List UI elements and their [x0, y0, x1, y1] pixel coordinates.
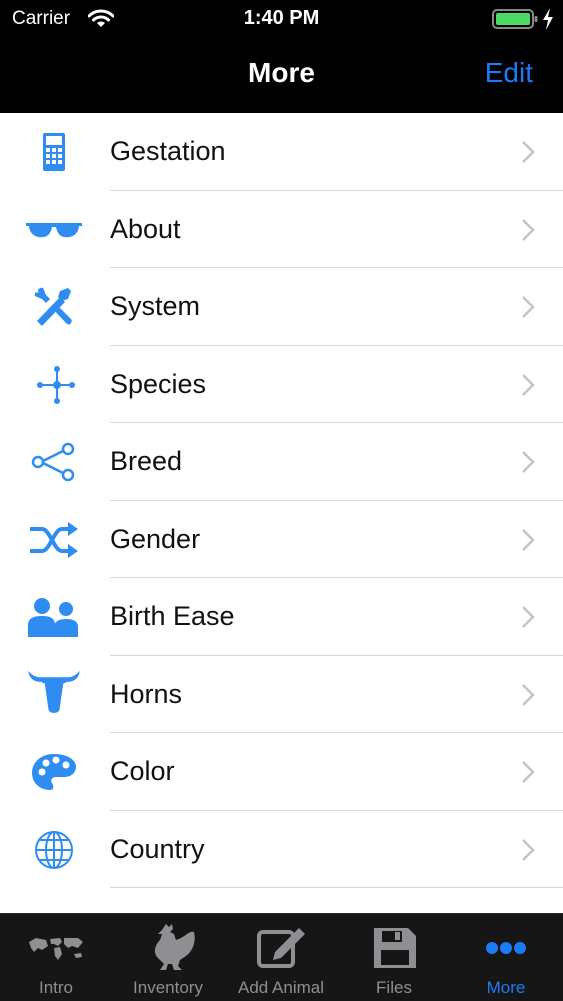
charging-bolt-icon — [543, 8, 553, 30]
list-item-label: Gender — [110, 523, 201, 554]
edit-button[interactable]: Edit — [485, 57, 533, 89]
chevron-right-icon — [522, 451, 535, 473]
list-item-label: Horns — [110, 678, 183, 709]
list-item-label: Birth Ease — [110, 601, 235, 631]
list-item-label: Color — [110, 756, 175, 786]
share-nodes-icon — [24, 442, 84, 482]
chevron-right-icon — [522, 761, 535, 783]
globe-icon — [24, 830, 84, 870]
list-item-color[interactable]: Color — [0, 733, 563, 811]
chevron-right-icon — [522, 296, 535, 318]
tab-add-animal[interactable]: Add Animal — [225, 914, 337, 1001]
chevron-right-icon — [522, 683, 535, 706]
more-list[interactable]: Gestation About System Species Breed Gen… — [0, 113, 563, 913]
shuffle-icon — [24, 520, 84, 560]
tab-intro[interactable]: Intro — [0, 914, 112, 1001]
palette-icon — [24, 752, 84, 792]
rooster-icon — [138, 922, 198, 972]
list-item-label: Species — [110, 368, 207, 399]
network-icon — [24, 365, 84, 405]
list-item-gender[interactable]: Gender — [0, 501, 563, 578]
world-map-icon — [26, 922, 86, 972]
tab-label: More — [486, 978, 526, 997]
tab-inventory[interactable]: Inventory — [112, 914, 224, 1001]
list-item-gestation[interactable]: Gestation — [0, 113, 563, 191]
list-item-birth-ease[interactable]: Birth Ease — [0, 578, 563, 656]
floppy-disk-icon — [364, 922, 424, 972]
chevron-right-icon — [522, 528, 535, 551]
chevron-right-icon — [522, 218, 535, 241]
list-item-label: About — [110, 213, 181, 244]
list-item-label: Country — [110, 833, 205, 864]
chevron-right-icon — [522, 838, 535, 861]
calculator-icon — [24, 132, 84, 172]
chevron-right-icon — [522, 141, 535, 163]
list-item-label: System — [110, 291, 201, 321]
users-icon — [24, 597, 84, 637]
page-title: More — [248, 57, 315, 88]
status-time: 1:40 PM — [243, 7, 320, 29]
list-item-breed[interactable]: Breed — [0, 423, 563, 501]
list-item-about[interactable]: About — [0, 191, 563, 268]
list-item-horns[interactable]: Horns — [0, 656, 563, 733]
sunglasses-icon — [24, 210, 84, 250]
tools-icon — [24, 287, 84, 327]
chevron-right-icon — [522, 373, 535, 396]
navigation-bar: More Edit — [0, 40, 563, 113]
list-item-label: Gestation — [110, 136, 226, 166]
tab-files[interactable]: Files — [338, 914, 450, 1001]
tab-bar: Intro Inventory Add Animal Files More — [0, 913, 563, 1001]
list-item-species[interactable]: Species — [0, 346, 563, 423]
more-dots-icon — [476, 922, 536, 972]
list-item-system[interactable]: System — [0, 268, 563, 346]
edit-square-icon — [251, 922, 311, 972]
status-bar: Carrier 1:40 PM — [0, 0, 563, 40]
tab-more[interactable]: More — [450, 914, 562, 1001]
row-separator — [110, 887, 563, 888]
bull-head-icon — [24, 670, 84, 715]
battery-icon — [492, 9, 538, 29]
list-item-label: Breed — [110, 446, 183, 476]
list-item-country[interactable]: Country — [0, 811, 563, 888]
chevron-right-icon — [522, 606, 535, 628]
